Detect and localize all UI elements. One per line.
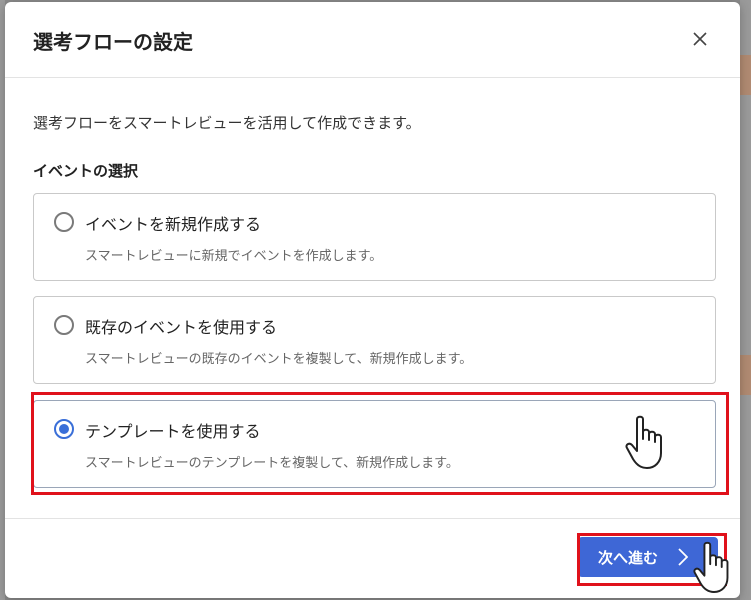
background-avatar [740, 355, 751, 395]
next-button-label: 次へ進む [598, 548, 659, 567]
option-use-existing-event[interactable]: 既存のイベントを使用する スマートレビューの既存のイベントを複製して、新規作成し… [33, 296, 716, 384]
next-button[interactable]: 次へ進む [578, 537, 718, 577]
event-selection-label: イベントの選択 [33, 162, 139, 180]
dialog-header: 選考フローの設定 [5, 2, 740, 78]
dialog-title: 選考フローの設定 [33, 30, 193, 54]
chevron-right-icon [678, 548, 688, 566]
option-description: スマートレビューに新規でイベントを作成します。 [85, 249, 383, 264]
radio-button-selected[interactable] [54, 419, 74, 439]
background-page-strip [740, 0, 751, 600]
option-title: イベントを新規作成する [85, 215, 262, 234]
close-icon [693, 32, 707, 46]
option-create-new-event[interactable]: イベントを新規作成する スマートレビューに新規でイベントを作成します。 [33, 193, 716, 281]
background-avatar [740, 55, 751, 95]
footer-divider [5, 518, 740, 519]
option-title: テンプレートを使用する [85, 422, 261, 441]
selection-flow-dialog: 選考フローの設定 選考フローをスマートレビューを活用して作成できます。 イベント… [5, 2, 740, 598]
radio-button[interactable] [54, 315, 74, 335]
radio-button[interactable] [54, 212, 74, 232]
option-use-template[interactable]: テンプレートを使用する スマートレビューのテンプレートを複製して、新規作成します… [33, 400, 716, 488]
dialog-description: 選考フローをスマートレビューを活用して作成できます。 [33, 114, 421, 132]
option-title: 既存のイベントを使用する [85, 318, 278, 337]
close-button[interactable] [685, 24, 715, 54]
option-description: スマートレビューのテンプレートを複製して、新規作成します。 [85, 456, 459, 471]
option-description: スマートレビューの既存のイベントを複製して、新規作成します。 [85, 352, 473, 367]
